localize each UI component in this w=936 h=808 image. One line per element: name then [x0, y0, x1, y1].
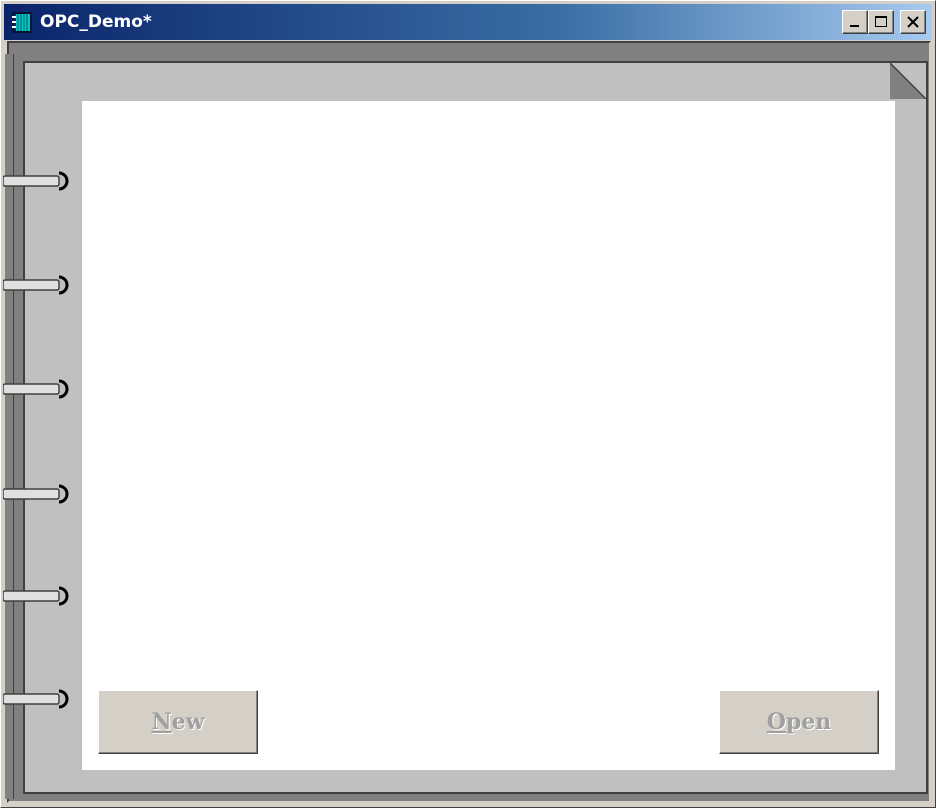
open-button-label: Open: [766, 709, 832, 735]
notebook-app-icon: [12, 12, 32, 33]
main-window: OPC_Demo* New Open: [0, 0, 936, 808]
spiral-ring-icon: [3, 484, 69, 504]
close-button[interactable]: [900, 10, 926, 34]
minimize-button[interactable]: [842, 10, 868, 34]
notebook-frame: New Open: [23, 61, 928, 794]
notebook-page: New Open: [82, 101, 895, 770]
title-bar[interactable]: OPC_Demo*: [4, 4, 932, 40]
client-area: New Open: [7, 41, 931, 803]
maximize-button[interactable]: [868, 10, 894, 34]
spiral-ring-icon: [3, 171, 69, 191]
new-button[interactable]: New: [98, 690, 258, 754]
spiral-ring-icon: [3, 586, 69, 606]
maximize-icon: [875, 16, 887, 27]
page-corner-fold-icon[interactable]: [890, 63, 926, 99]
minimize-icon: [850, 25, 859, 27]
spiral-ring-icon: [3, 275, 69, 295]
window-title: OPC_Demo*: [40, 12, 152, 32]
close-icon: [907, 16, 919, 28]
spiral-ring-icon: [3, 379, 69, 399]
open-button[interactable]: Open: [719, 690, 879, 754]
spiral-ring-icon: [3, 689, 69, 709]
new-button-label: New: [151, 709, 205, 735]
